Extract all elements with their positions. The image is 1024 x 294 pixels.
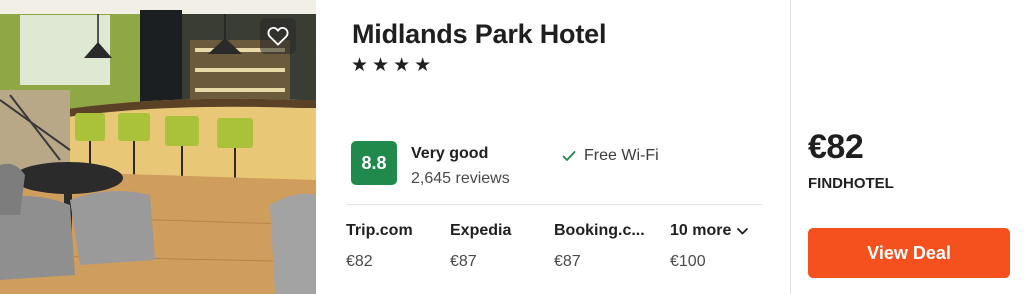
chevron-down-icon: [737, 227, 749, 234]
hotel-name[interactable]: Midlands Park Hotel: [352, 19, 606, 50]
column-divider: [790, 0, 791, 294]
provider-name: Booking.c...: [554, 222, 645, 239]
more-providers-price: €100: [670, 253, 706, 270]
provider-price: €87: [554, 253, 581, 270]
provider-price: €87: [450, 253, 477, 270]
more-providers[interactable]: 10 more €100: [670, 222, 749, 271]
provider-offer-trip-com[interactable]: Trip.com €82: [346, 222, 413, 271]
check-icon: [562, 151, 576, 161]
hotel-result-card[interactable]: Midlands Park Hotel ★★★★ 8.8 Very good 2…: [0, 0, 1024, 294]
more-providers-label: 10 more: [670, 222, 732, 239]
favorite-button[interactable]: [260, 18, 296, 54]
heart-outline-icon: [267, 26, 289, 46]
divider: [346, 204, 762, 205]
rating-score-badge: 8.8: [351, 141, 397, 185]
provider-offer-expedia[interactable]: Expedia €87: [450, 222, 511, 271]
provider-name: Trip.com: [346, 222, 413, 239]
provider-offer-booking[interactable]: Booking.c... €87: [554, 222, 645, 271]
more-providers-button[interactable]: 10 more: [670, 222, 749, 240]
view-deal-button[interactable]: View Deal: [808, 228, 1010, 278]
rating-label: Very good: [411, 145, 489, 162]
best-price: €82: [808, 128, 864, 166]
star-rating: ★★★★: [351, 55, 436, 76]
provider-price: €82: [346, 253, 373, 270]
amenity-label: Free Wi-Fi: [584, 147, 659, 164]
provider-name: Expedia: [450, 222, 512, 239]
review-count[interactable]: 2,645 reviews: [411, 170, 510, 188]
amenity-free-wifi: Free Wi-Fi: [562, 147, 659, 165]
best-price-provider: FINDHOTEL: [808, 175, 894, 192]
hotel-photo[interactable]: [0, 0, 316, 294]
